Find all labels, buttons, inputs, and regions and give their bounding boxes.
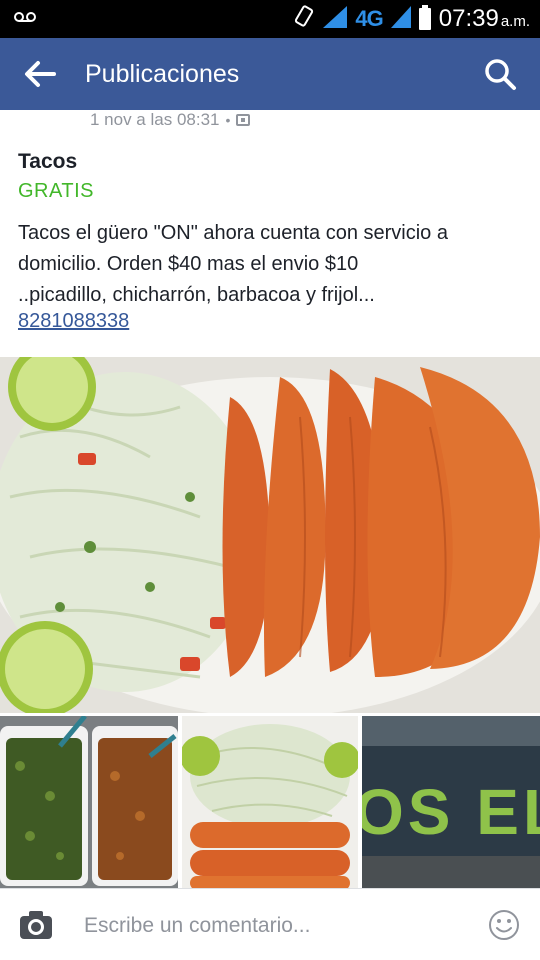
main-photo[interactable]	[0, 357, 540, 713]
smiley-icon	[489, 910, 519, 940]
page-title: Publicaciones	[85, 60, 240, 88]
camera-icon	[20, 911, 52, 939]
battery-icon	[418, 5, 431, 30]
signal-bars-2-icon	[390, 5, 411, 33]
photo-thumbnail-sign[interactable]: OS EL G	[362, 716, 540, 888]
meta-separator: •	[225, 112, 231, 128]
tacos-plate-image	[0, 357, 540, 713]
photo-thumbnail-salsas[interactable]	[0, 716, 178, 888]
comment-input[interactable]	[84, 911, 464, 941]
privacy-icon	[236, 114, 251, 126]
comment-bar	[0, 888, 540, 960]
listing-title: Tacos	[18, 150, 78, 173]
app-bar: Publicaciones	[0, 38, 540, 110]
phone-link[interactable]: 8281088338	[18, 310, 129, 333]
photo-thumbnail-tacos[interactable]	[182, 716, 358, 888]
search-icon	[485, 59, 516, 90]
back-arrow-icon	[25, 61, 56, 87]
emoji-button[interactable]	[488, 909, 520, 941]
salsas-image	[0, 716, 178, 888]
listing-price: GRATIS	[18, 180, 94, 202]
voicemail-icon	[14, 10, 36, 29]
listing-description: Tacos el güero "ON" ahora cuenta con ser…	[18, 218, 528, 311]
signal-bars-icon	[323, 5, 348, 33]
sign-text: OS EL G	[362, 776, 540, 848]
camera-button[interactable]	[18, 909, 54, 941]
restaurant-sign-image: OS EL G	[362, 716, 540, 888]
network-type: 4G	[355, 6, 383, 31]
description-line: Tacos el güero "ON" ahora cuenta con ser…	[18, 222, 448, 244]
status-bar: 4G 07:39 a.m.	[0, 0, 540, 38]
rotation-icon	[293, 4, 315, 34]
tacos-thumb-image	[182, 716, 358, 888]
back-button[interactable]	[22, 58, 58, 90]
post-timestamp: 1 nov a las 08:31 •	[90, 110, 251, 130]
clock: 07:39 a.m.	[438, 5, 530, 32]
post-date: 1 nov a las 08:31	[90, 110, 220, 129]
search-button[interactable]	[482, 56, 518, 92]
description-line: domicilio. Orden $40 mas el envio $10	[18, 253, 359, 275]
description-line: ..picadillo, chicharrón, barbacoa y frij…	[18, 284, 375, 306]
